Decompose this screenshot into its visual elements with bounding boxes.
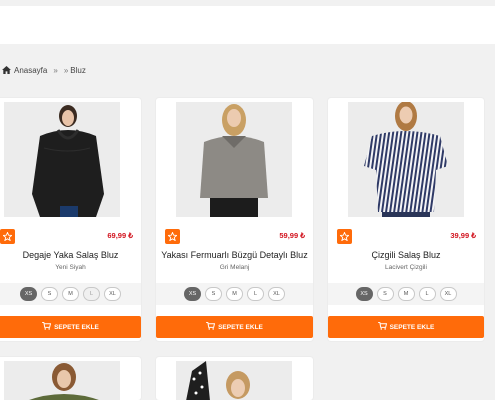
product-title[interactable]: Çizgili Salaş Bluz [328, 250, 484, 260]
add-to-cart-button[interactable]: SEPETE EKLE [328, 316, 484, 338]
breadcrumb-home[interactable]: Anasayfa [2, 66, 47, 75]
size-option-xl[interactable]: XL [104, 287, 121, 301]
size-option-xl[interactable]: XL [439, 287, 457, 301]
product-image[interactable] [4, 361, 120, 400]
breadcrumb-separator: » [53, 65, 58, 75]
size-option-xs[interactable]: XS [355, 287, 373, 301]
size-option-m[interactable]: M [226, 287, 243, 301]
cart-icon [377, 321, 387, 332]
favorite-button[interactable] [0, 229, 15, 244]
size-option-xs[interactable]: XS [20, 287, 37, 301]
add-to-cart-label: SEPETE EKLE [54, 323, 99, 331]
product-card[interactable]: 59,99 ₺ Yakası Fermuarlı Büzgü Detaylı B… [156, 98, 313, 341]
product-price: 69,99 ₺ [107, 231, 133, 240]
size-option-xs[interactable]: XS [184, 287, 201, 301]
breadcrumb-separator: » [63, 65, 69, 75]
product-card[interactable] [156, 357, 313, 400]
size-option-l[interactable]: L [418, 287, 436, 301]
cart-icon [42, 321, 52, 332]
size-options: XS S M L XL [0, 283, 141, 305]
size-option-s[interactable]: S [41, 287, 58, 301]
size-option-l[interactable]: L [83, 287, 100, 301]
product-price: 59,99 ₺ [279, 231, 305, 240]
add-to-cart-label: SEPETE EKLE [389, 323, 435, 331]
product-card[interactable]: 69,99 ₺ Degaje Yaka Salaş Bluz Yeni Siya… [0, 98, 141, 341]
product-image[interactable] [176, 361, 292, 400]
add-to-cart-button[interactable]: SEPETE EKLE [156, 316, 313, 338]
favorite-button[interactable] [337, 229, 352, 244]
product-image[interactable] [348, 102, 464, 217]
breadcrumb-home-label: Anasayfa [14, 65, 48, 75]
product-image[interactable] [176, 102, 292, 217]
size-options: XS S M L XL [156, 283, 313, 305]
breadcrumb-current: » Bluz [64, 66, 86, 75]
size-option-m[interactable]: M [397, 287, 415, 301]
home-icon [2, 66, 11, 74]
star-icon [2, 228, 13, 246]
product-color: Yeni Siyah [55, 264, 86, 271]
size-option-xl[interactable]: XL [268, 287, 285, 301]
star-icon [167, 228, 178, 246]
breadcrumb-current-label: Bluz [70, 65, 86, 75]
product-color: Gri Melanj [219, 264, 250, 271]
breadcrumb: Anasayfa » » Bluz [2, 64, 86, 76]
product-color: Lacivert Çizgili [385, 264, 427, 271]
product-title[interactable]: Yakası Fermuarlı Büzgü Detaylı Bluz [156, 250, 313, 260]
product-card[interactable] [0, 357, 141, 400]
product-image[interactable] [4, 102, 120, 217]
size-option-l[interactable]: L [247, 287, 264, 301]
product-price: 39,99 ₺ [450, 231, 476, 240]
star-icon [339, 228, 350, 246]
top-search-bar[interactable] [0, 6, 495, 44]
cart-icon [206, 321, 216, 332]
size-option-s[interactable]: S [205, 287, 222, 301]
product-title[interactable]: Degaje Yaka Salaş Bluz [0, 250, 141, 260]
add-to-cart-button[interactable]: SEPETE EKLE [0, 316, 141, 338]
favorite-button[interactable] [165, 229, 180, 244]
product-card[interactable]: 39,99 ₺ Çizgili Salaş Bluz Lacivert Çizg… [328, 98, 484, 341]
add-to-cart-label: SEPETE EKLE [218, 323, 263, 331]
size-option-m[interactable]: M [62, 287, 79, 301]
size-options: XS S M L XL [328, 283, 484, 305]
size-option-s[interactable]: S [376, 287, 394, 301]
